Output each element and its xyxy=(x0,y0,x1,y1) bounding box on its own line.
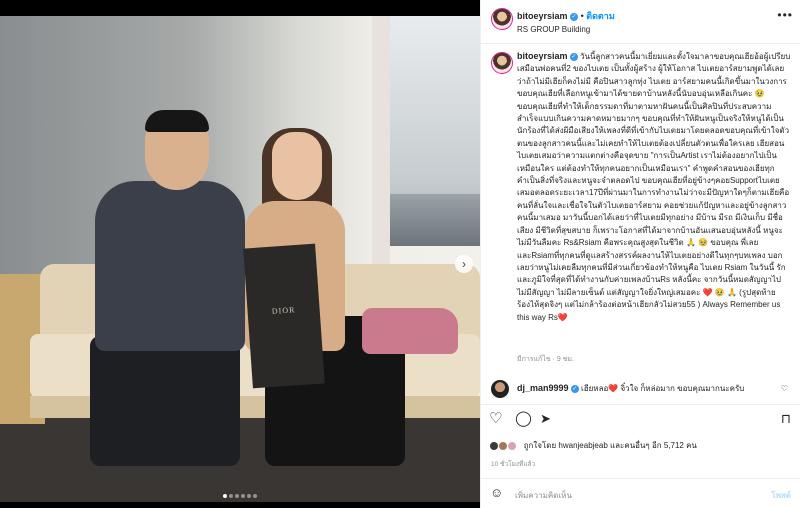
like-icon[interactable]: ♡ xyxy=(489,410,502,428)
carousel-dot xyxy=(235,494,239,498)
comment-input[interactable]: เพิ่มความคิดเห็น xyxy=(515,489,572,502)
comment-like-icon[interactable]: ♡ xyxy=(781,384,788,393)
comment-avatar[interactable] xyxy=(491,380,509,398)
comment-box: ☺ เพิ่มความคิดเห็น โพสต์ xyxy=(481,478,800,508)
post-side-panel: bitoeyrsiam ✓ • ติดตาม RS GROUP Building… xyxy=(480,0,800,508)
post-comment-button[interactable]: โพสต์ xyxy=(771,489,791,502)
action-bar: ♡ ◯ ➤ ⊓ xyxy=(489,410,793,430)
verified-icon: ✓ xyxy=(570,384,579,393)
comment-username[interactable]: dj_man9999 xyxy=(517,383,569,393)
carousel-next-button[interactable]: › xyxy=(455,255,473,273)
pink-handbag xyxy=(362,308,458,354)
divider xyxy=(481,404,800,405)
carousel-dot xyxy=(253,494,257,498)
verified-icon: ✓ xyxy=(569,52,578,61)
caption-text: วันนี้ลูกสาวคนนี้มาเยี่ยมและตั้งใจมาลาขอ… xyxy=(517,52,791,322)
carousel-dot xyxy=(241,494,245,498)
post-photo: DIOR xyxy=(0,16,480,502)
likes-summary[interactable]: ถูกใจโดย hwanjeabjeab และคนอื่นๆ อีก 5,7… xyxy=(489,439,697,452)
comment-item: dj_man9999 ✓ เฮียหลอ❤️ จิ๋วใจ ก็หล่อมาก … xyxy=(491,380,796,400)
post-header: bitoeyrsiam ✓ • ติดตาม RS GROUP Building… xyxy=(481,0,800,44)
carousel-dot xyxy=(223,494,227,498)
likes-text: ถูกใจโดย hwanjeabjeab และคนอื่นๆ อีก 5,7… xyxy=(523,441,697,450)
avatar[interactable] xyxy=(491,8,513,30)
header-username[interactable]: bitoeyrsiam xyxy=(517,11,568,21)
more-options-icon[interactable]: ••• xyxy=(777,8,793,22)
carousel-dot xyxy=(247,494,251,498)
save-icon[interactable]: ⊓ xyxy=(781,410,791,428)
shopping-bag: DIOR xyxy=(243,243,325,389)
location-link[interactable]: RS GROUP Building xyxy=(517,25,590,34)
separator-dot: • xyxy=(580,11,584,21)
emoji-icon[interactable]: ☺ xyxy=(490,485,503,500)
post-media[interactable]: DIOR › xyxy=(0,12,480,508)
caption: bitoeyrsiam ✓ วันนี้ลูกสาวคนนี้มาเยี่ยมแ… xyxy=(517,50,791,324)
caption-avatar[interactable] xyxy=(491,52,513,74)
carousel-dot xyxy=(229,494,233,498)
post-time: 10 ชั่วโมงที่แล้ว xyxy=(491,461,536,468)
comment-text: เฮียหลอ❤️ จิ๋วใจ ก็หล่อมาก ขอบคุณมากนะคร… xyxy=(581,384,745,393)
liker-avatar xyxy=(507,440,518,451)
carousel-dots xyxy=(0,490,480,500)
share-icon[interactable]: ➤ xyxy=(540,410,551,428)
caption-username[interactable]: bitoeyrsiam xyxy=(517,51,568,61)
bag-logo: DIOR xyxy=(271,305,296,316)
follow-button[interactable]: ติดตาม xyxy=(586,11,615,21)
caption-meta: มีการแก้ไข · 9 ชม. xyxy=(517,356,574,363)
verified-icon: ✓ xyxy=(570,12,579,21)
comment-icon[interactable]: ◯ xyxy=(515,410,532,428)
